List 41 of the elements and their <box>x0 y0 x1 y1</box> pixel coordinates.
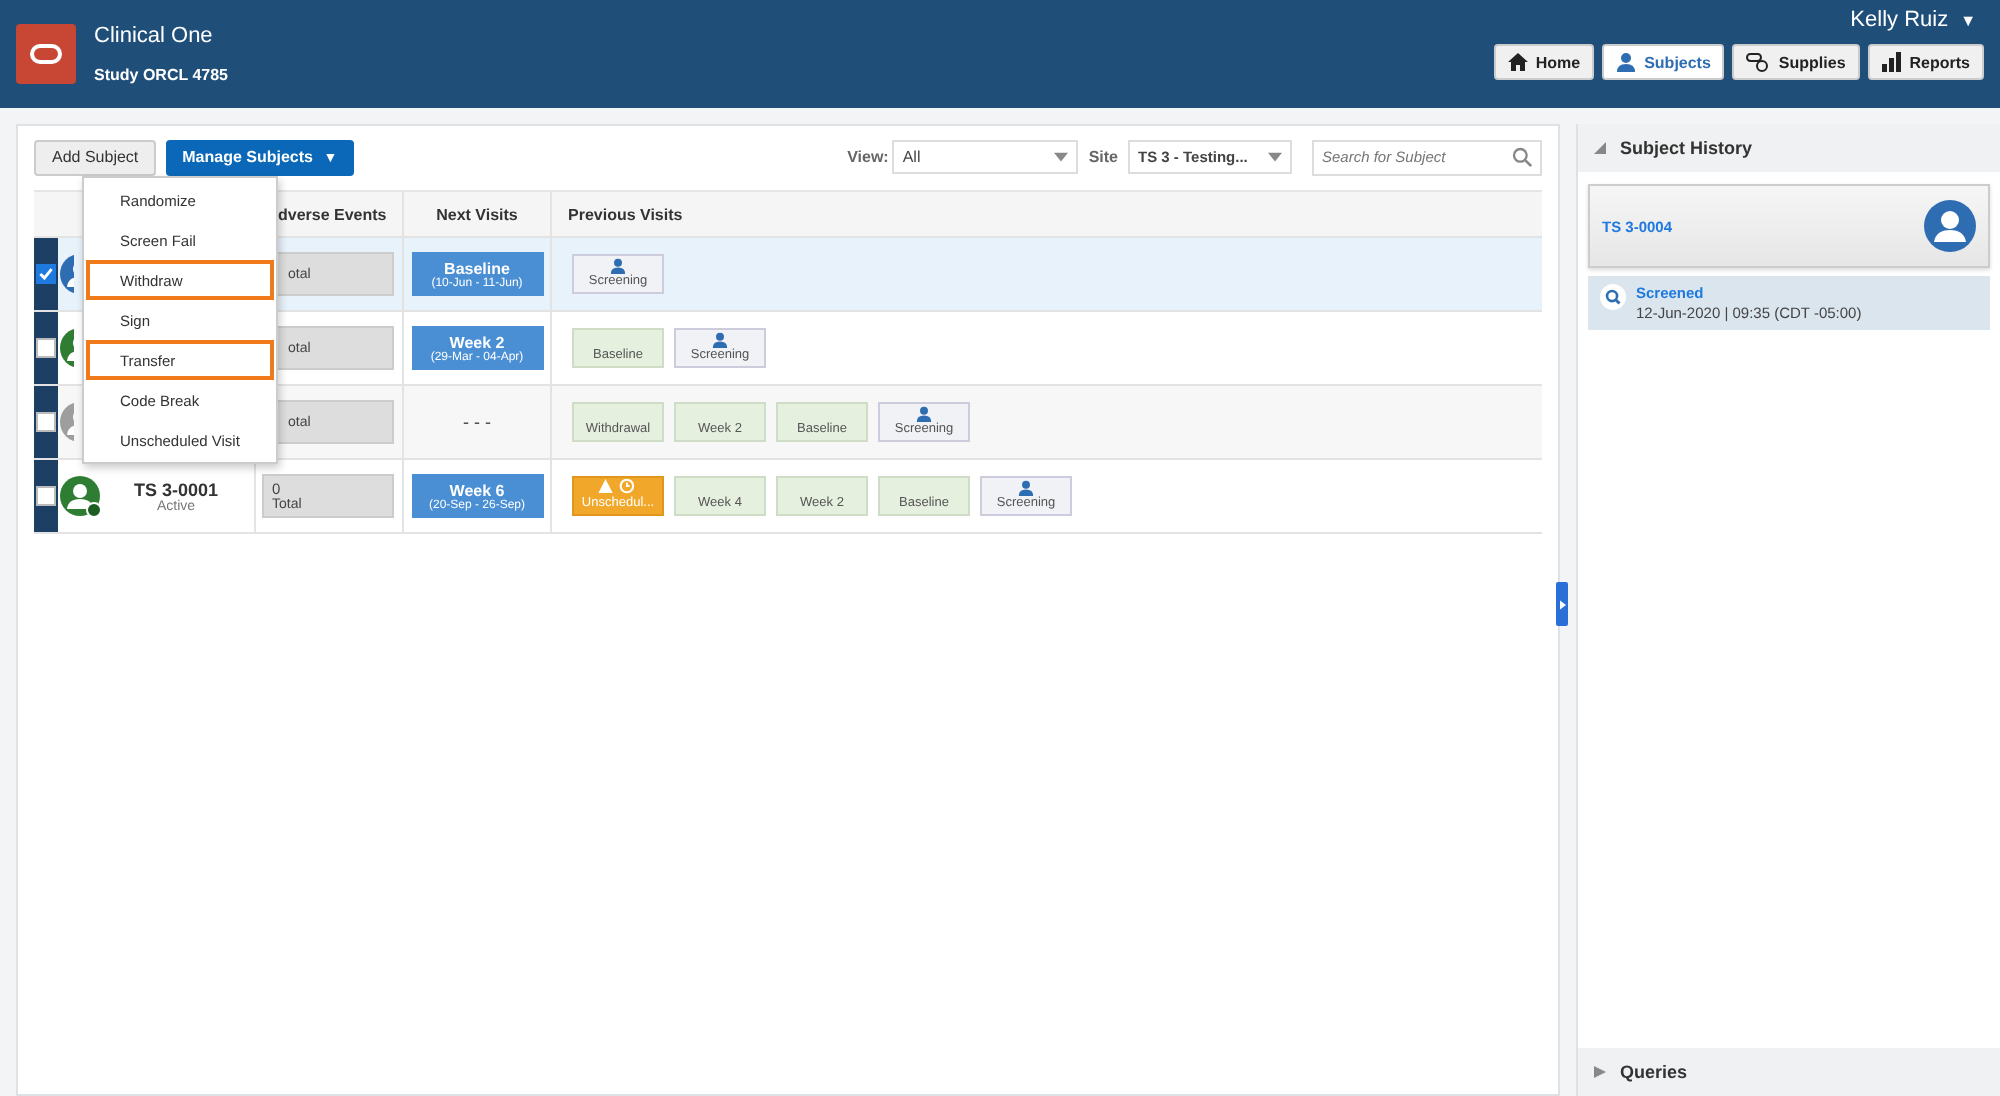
view-label: View: <box>847 148 889 166</box>
nav-button[interactable]: Supplies <box>1732 44 1860 80</box>
user-name[interactable]: Kelly Ruiz <box>1850 8 1949 32</box>
checkbox[interactable] <box>36 486 56 506</box>
magnifier-icon <box>1600 284 1626 310</box>
search-icon <box>1512 146 1532 168</box>
checkbox[interactable] <box>36 412 56 432</box>
view-select[interactable]: All <box>892 140 1079 174</box>
checkbox[interactable] <box>36 338 56 358</box>
subject-id[interactable]: TS 3-0001 <box>134 479 219 499</box>
expand-triangle-icon <box>1594 1066 1606 1078</box>
column-header: Previous Visits <box>568 205 683 223</box>
nav-button[interactable]: Home <box>1493 44 1595 80</box>
nav-button[interactable]: Subjects <box>1602 44 1725 80</box>
subject-history-header[interactable]: Subject History <box>1578 124 2000 172</box>
caret-icon <box>1054 152 1069 162</box>
column-header: dverse Events <box>278 205 387 223</box>
person-icon <box>610 258 626 274</box>
study-name: Study ORCL 4785 <box>94 66 228 84</box>
home-icon <box>1507 52 1528 72</box>
queries-header[interactable]: Queries <box>1578 1048 2000 1096</box>
checkbox[interactable] <box>36 264 56 284</box>
person-icon <box>1018 480 1034 496</box>
caret-icon <box>1268 152 1282 162</box>
person-icon <box>916 406 932 422</box>
person-icon <box>712 332 728 348</box>
person-icon <box>1616 52 1637 72</box>
warning-clock-icon <box>598 478 638 494</box>
add-subject-button[interactable]: Add Subject <box>34 139 157 175</box>
panel-collapse-handle[interactable] <box>1556 582 1568 626</box>
user-caret[interactable]: ▼ <box>1960 11 1976 29</box>
nav-button[interactable]: Reports <box>1867 44 1984 80</box>
column-header: Next Visits <box>436 205 518 223</box>
no-next-visit: - - - <box>463 412 491 432</box>
site-label: Site <box>1088 148 1118 166</box>
bar-chart-icon <box>1881 52 1902 72</box>
collapse-triangle-icon <box>1594 142 1606 154</box>
logo-icon <box>16 24 76 84</box>
pills-icon <box>1746 52 1771 72</box>
avatar-icon <box>1924 200 1976 252</box>
app-name: Clinical One <box>94 24 215 48</box>
